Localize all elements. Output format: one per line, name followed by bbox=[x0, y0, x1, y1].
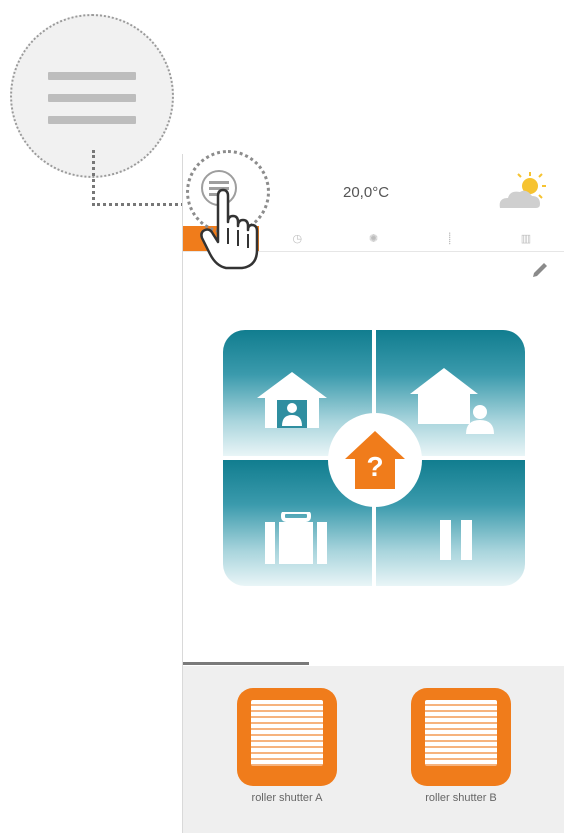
scroll-indicator bbox=[183, 662, 309, 665]
tab-scenes[interactable]: ✺ bbox=[335, 226, 411, 251]
center-mode-label: ? bbox=[366, 451, 384, 482]
devices-panel: roller shutter A roller shutter B bbox=[183, 666, 564, 833]
pause-icon bbox=[440, 520, 472, 560]
device-label: roller shutter B bbox=[425, 792, 497, 804]
thermometer-icon: ⸽ bbox=[448, 233, 452, 245]
clock-icon: ◷ bbox=[292, 233, 303, 245]
pencil-icon[interactable] bbox=[530, 260, 550, 280]
home-away-icon bbox=[410, 368, 494, 434]
device-icon: ▥ bbox=[520, 233, 532, 245]
tab-timer[interactable]: ◷ bbox=[259, 226, 335, 251]
callout-connector bbox=[92, 150, 190, 206]
shutter-slats bbox=[425, 700, 497, 766]
menu-line bbox=[48, 72, 136, 80]
vacation-icon bbox=[265, 512, 327, 564]
partly-cloudy-icon bbox=[499, 172, 546, 208]
sun-icon: ✺ bbox=[368, 233, 379, 245]
menu-line bbox=[48, 116, 136, 124]
pointer-hand-icon bbox=[200, 188, 259, 270]
home-present-icon bbox=[257, 372, 327, 428]
device-label: roller shutter A bbox=[251, 792, 323, 804]
device-roller-shutter-b[interactable]: roller shutter B bbox=[401, 688, 521, 804]
shutter-slats bbox=[251, 700, 323, 766]
device-roller-shutter-a[interactable]: roller shutter A bbox=[227, 688, 347, 804]
tab-climate[interactable]: ⸽ bbox=[412, 226, 488, 251]
roller-shutter-icon[interactable] bbox=[237, 688, 337, 786]
menu-line bbox=[48, 94, 136, 102]
temperature-readout: 20,0°C bbox=[343, 184, 390, 201]
roller-shutter-icon[interactable] bbox=[411, 688, 511, 786]
tab-devices[interactable]: ▥ bbox=[488, 226, 564, 251]
